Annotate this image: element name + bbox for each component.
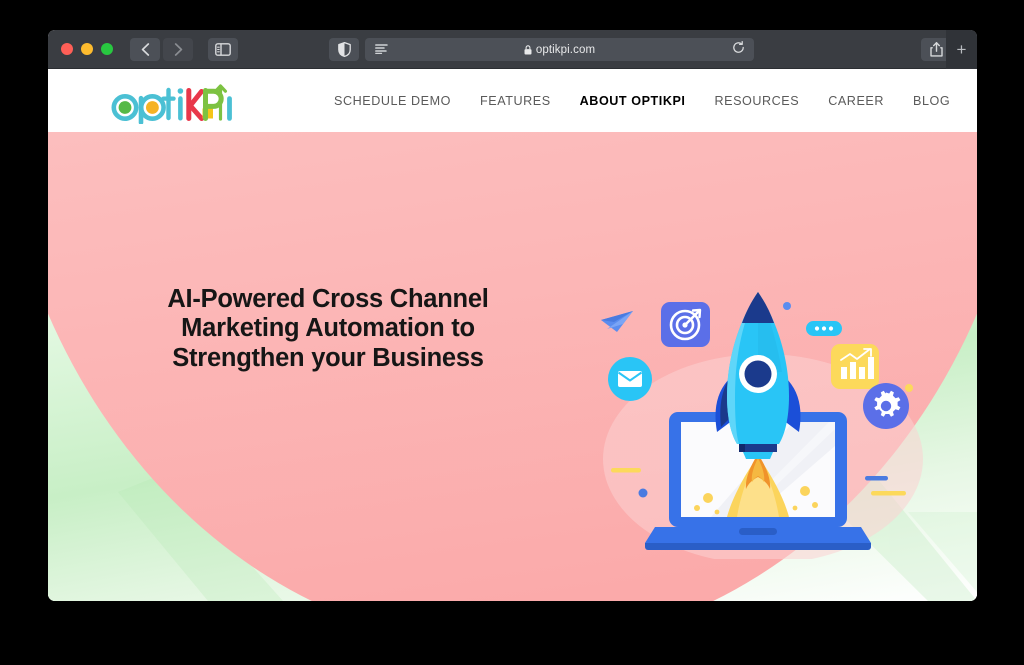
nav-item-schedule-demo[interactable]: SCHEDULE DEMO: [334, 94, 451, 108]
rocket-laptop-illustration: [601, 292, 923, 559]
target-icon: [661, 302, 710, 347]
maximize-window-button[interactable]: [101, 43, 113, 55]
optikpi-logo-icon: [111, 83, 232, 125]
envelope-icon: [608, 357, 652, 401]
spark-dot: [800, 486, 810, 496]
nav-item-about-optikpi[interactable]: ABOUT OPTIKPI: [580, 94, 686, 108]
main-navigation: SCHEDULE DEMO FEATURES ABOUT OPTIKPI RES…: [334, 94, 950, 108]
share-icon: [929, 42, 943, 57]
hero-section: AI-Powered Cross Channel Marketing Autom…: [48, 132, 977, 601]
nav-item-career[interactable]: CAREER: [828, 94, 884, 108]
decorative-dash: [871, 491, 906, 496]
reload-button[interactable]: [732, 40, 745, 59]
decorative-dot: [783, 302, 791, 310]
spark-dot: [694, 505, 700, 511]
decorative-dot: [905, 384, 913, 392]
navigation-buttons: [130, 37, 193, 61]
url-display: optikpi.com: [365, 44, 754, 56]
decorative-dash: [611, 468, 641, 473]
back-button[interactable]: [130, 37, 160, 61]
headline-line-3: Strengthen your Business: [172, 343, 484, 372]
reader-view-button[interactable]: [375, 41, 388, 59]
bar-chart-icon: [831, 344, 879, 389]
gear-icon: [863, 383, 909, 429]
hero-copy: AI-Powered Cross Channel Marketing Autom…: [48, 132, 608, 373]
close-window-button[interactable]: [61, 43, 73, 55]
optikpi-logo[interactable]: [110, 78, 235, 125]
shield-icon: [337, 42, 351, 57]
toggle-sidebar-button[interactable]: [208, 37, 238, 61]
chat-bubble-icon: [806, 321, 842, 336]
nav-item-blog[interactable]: BLOG: [913, 94, 950, 108]
chevron-right-icon: [174, 42, 182, 56]
new-tab-button[interactable]: +: [946, 30, 977, 69]
paper-plane-icon: [601, 311, 633, 332]
headline-line-1: AI-Powered Cross Channel: [167, 285, 489, 313]
address-bar-area: optikpi.com: [329, 38, 754, 61]
browser-window: optikpi.com + SCHEDULE DEMO FEATURES ABO…: [48, 30, 977, 601]
spark-dot: [812, 502, 818, 508]
reader-lines-icon: [375, 43, 388, 54]
decorative-dash: [865, 476, 888, 481]
headline-line-2: Marketing Automation to: [181, 314, 475, 343]
url-bar[interactable]: optikpi.com: [365, 38, 754, 61]
spark-dot: [714, 509, 720, 515]
spark-dot: [703, 493, 713, 503]
page-title: AI-Powered Cross Channel Marketing Autom…: [48, 285, 608, 373]
hero-illustration: [593, 284, 923, 559]
nav-item-resources[interactable]: RESOURCES: [714, 94, 799, 108]
browser-toolbar: optikpi.com +: [48, 30, 977, 69]
privacy-report-button[interactable]: [329, 38, 359, 61]
nav-item-features[interactable]: FEATURES: [480, 94, 551, 108]
reload-icon: [733, 40, 744, 53]
minimize-window-button[interactable]: [81, 43, 93, 55]
lock-icon: [524, 44, 532, 54]
chevron-left-icon: [141, 42, 149, 56]
spark-dot: [792, 505, 798, 511]
traffic-lights: [61, 43, 113, 55]
forward-button[interactable]: [163, 37, 193, 61]
site-header: SCHEDULE DEMO FEATURES ABOUT OPTIKPI RES…: [48, 69, 977, 132]
sidebar-icon: [215, 42, 231, 56]
url-text: optikpi.com: [535, 43, 596, 56]
decorative-dot: [638, 488, 648, 498]
web-page: SCHEDULE DEMO FEATURES ABOUT OPTIKPI RES…: [48, 69, 977, 601]
